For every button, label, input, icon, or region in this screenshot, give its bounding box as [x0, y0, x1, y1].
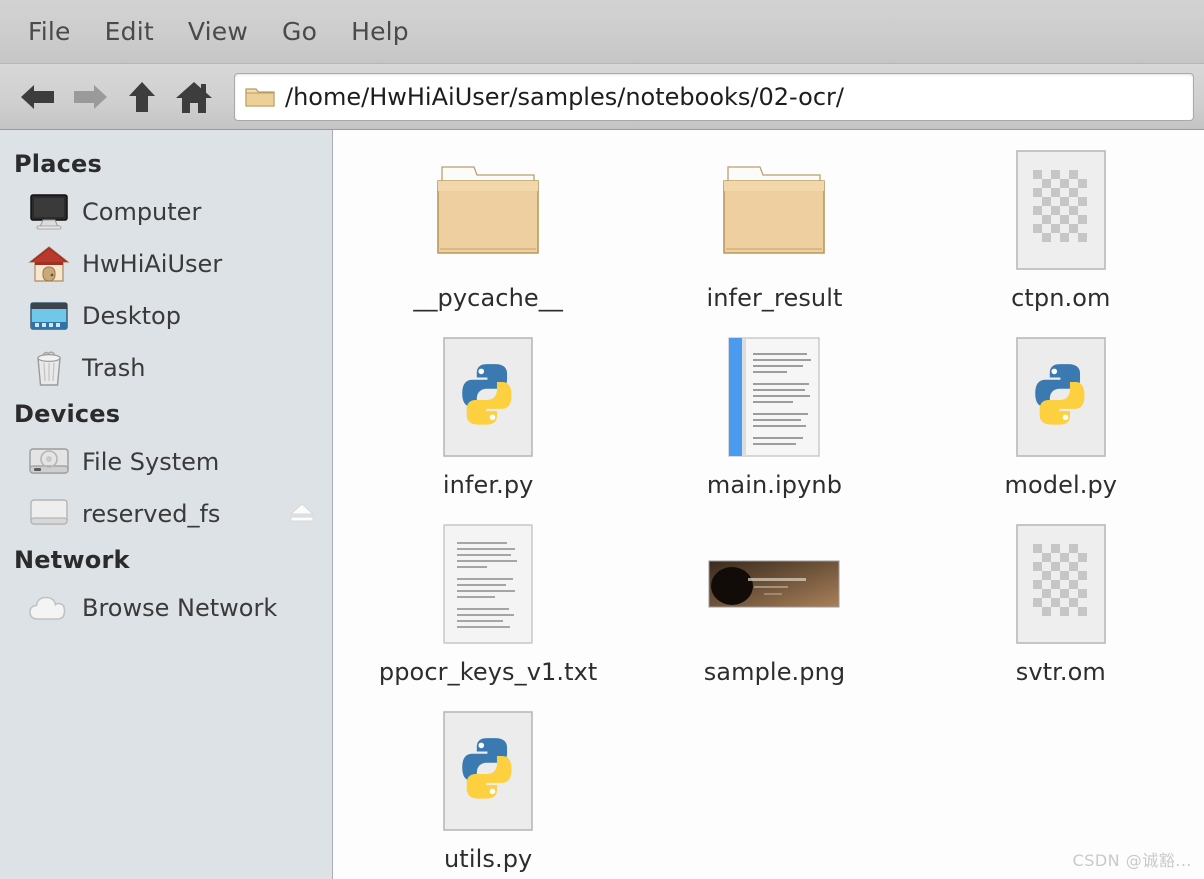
unknown-file-icon [1013, 518, 1109, 650]
sidebar-item-label: Desktop [82, 302, 181, 330]
file-item[interactable]: model.py [918, 325, 1204, 512]
toolbar: /home/HwHiAiUser/samples/notebooks/02-oc… [0, 64, 1204, 130]
home-folder-icon [26, 244, 72, 284]
file-item[interactable]: svtr.om [918, 512, 1204, 699]
trash-icon [26, 348, 72, 388]
file-item[interactable]: infer.py [345, 325, 631, 512]
file-name: utils.py [444, 845, 533, 873]
arrow-right-icon [74, 84, 107, 109]
sidebar-item-trash[interactable]: Trash [0, 342, 332, 394]
sidebar-item-desktop[interactable]: Desktop [0, 290, 332, 342]
sidebar-item-file-system[interactable]: File System [0, 436, 332, 488]
harddisk-icon [26, 442, 72, 482]
home-button[interactable] [170, 73, 218, 121]
notebook-file-icon [723, 331, 825, 463]
text-file-icon [440, 518, 536, 650]
menu-bar: File Edit View Go Help [0, 0, 1204, 64]
menu-item-view[interactable]: View [174, 13, 262, 50]
sidebar-item-computer[interactable]: Computer [0, 186, 332, 238]
sidebar-item-label: reserved_fs [82, 500, 221, 528]
file-name: svtr.om [1015, 658, 1106, 686]
path-text: /home/HwHiAiUser/samples/notebooks/02-oc… [285, 82, 844, 111]
sidebar-heading-places: Places [14, 150, 103, 178]
drive-icon [26, 494, 72, 534]
desktop-icon [26, 296, 72, 336]
forward-button[interactable] [66, 73, 114, 121]
location-bar[interactable]: /home/HwHiAiUser/samples/notebooks/02-oc… [234, 72, 1194, 121]
unknown-file-icon [1013, 144, 1109, 276]
sidebar-item-label: HwHiAiUser [82, 250, 223, 278]
file-item[interactable]: sample.png [631, 512, 917, 699]
sidebar-item-browse-network[interactable]: Browse Network [0, 582, 332, 634]
file-manager-window: File Edit View Go Help /home/HwHiAiUser/… [0, 0, 1204, 879]
monitor-icon [26, 192, 72, 232]
image-thumbnail [708, 518, 840, 650]
python-file-icon [440, 705, 536, 837]
watermark: CSDN @诚豁... [1072, 851, 1192, 870]
file-item[interactable]: main.ipynb [631, 325, 917, 512]
sidebar-item-label: Trash [82, 354, 146, 382]
file-item[interactable]: infer_result [631, 138, 917, 325]
arrow-up-icon [129, 81, 155, 112]
sidebar-item-hwhiaiuser[interactable]: HwHiAiUser [0, 238, 332, 290]
folder-icon [714, 144, 834, 276]
file-item[interactable]: ppocr_keys_v1.txt [345, 512, 631, 699]
file-name: infer.py [442, 471, 534, 499]
file-grid[interactable]: __pycache__ infer_result ctpn.om infer.p… [333, 130, 1204, 879]
file-name: infer_result [706, 284, 843, 312]
menu-item-go[interactable]: Go [268, 13, 331, 50]
home-icon [176, 81, 212, 113]
folder-icon [428, 144, 548, 276]
file-name: ppocr_keys_v1.txt [378, 658, 598, 686]
menu-item-file[interactable]: File [14, 13, 85, 50]
sidebar-item-label: File System [82, 448, 220, 476]
menu-item-edit[interactable]: Edit [91, 13, 168, 50]
file-name: __pycache__ [413, 284, 563, 312]
file-name: main.ipynb [706, 471, 843, 499]
sidebar-item-label: Computer [82, 198, 202, 226]
sidebar: Places Computer HwHiAiUser Desktop Trash… [0, 130, 333, 879]
arrow-left-icon [21, 84, 54, 109]
sidebar-item-reserved-fs[interactable]: reserved_fs [0, 488, 332, 540]
sidebar-heading-devices: Devices [14, 400, 121, 428]
file-name: model.py [1004, 471, 1118, 499]
file-name: ctpn.om [1011, 284, 1111, 312]
folder-icon [245, 85, 275, 109]
file-item[interactable]: __pycache__ [345, 138, 631, 325]
python-file-icon [440, 331, 536, 463]
eject-icon[interactable] [288, 500, 316, 528]
window-body: Places Computer HwHiAiUser Desktop Trash… [0, 130, 1204, 879]
file-item[interactable]: utils.py [345, 699, 631, 879]
back-button[interactable] [14, 73, 62, 121]
menu-item-help[interactable]: Help [337, 13, 423, 50]
file-item[interactable]: ctpn.om [918, 138, 1204, 325]
sidebar-item-label: Browse Network [82, 594, 278, 622]
cloud-icon [26, 588, 72, 628]
file-name: sample.png [703, 658, 846, 686]
python-file-icon [1013, 331, 1109, 463]
up-button[interactable] [118, 73, 166, 121]
sidebar-heading-network: Network [14, 546, 130, 574]
